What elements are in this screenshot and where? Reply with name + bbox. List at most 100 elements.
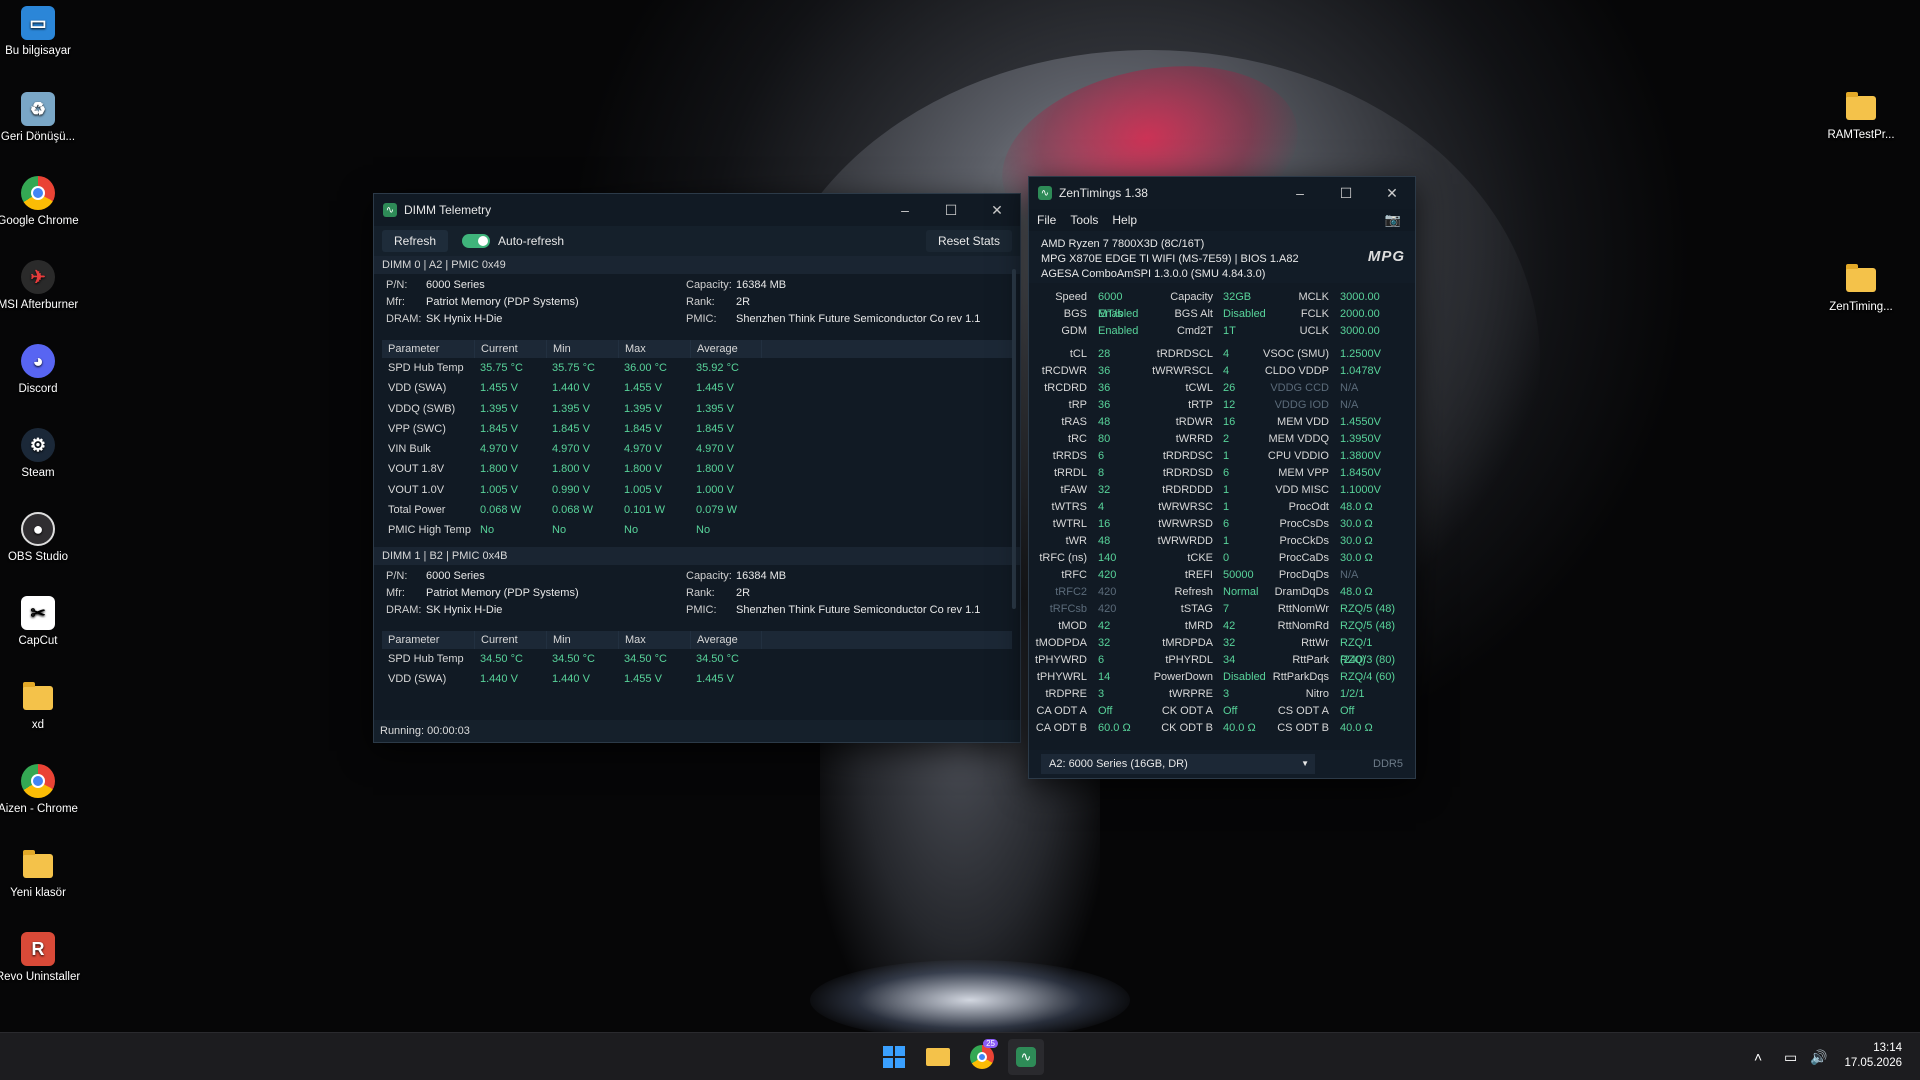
cpu-name: AMD Ryzen 7 7800X3D (8C/16T) [1041,238,1205,250]
info-value: 6000 Series [426,279,485,291]
param-name: VOUT 1.8V [388,463,445,476]
desktop-icon-recycle-bin[interactable]: ♻ Geri Dönüşü... [0,92,83,144]
close-icon[interactable]: ✕ [1369,185,1415,202]
dimm1-rows: SPD Hub Temp 34.50 °C 34.50 °C 34.50 °C 34.5… [382,649,1012,690]
menu-file[interactable]: File [1037,213,1056,227]
zen-bottom-bar: A2: 6000 Series (16GB, DR) ▼ DDR5 [1029,750,1415,778]
refresh-button[interactable]: Refresh [382,230,449,252]
maximize-icon[interactable]: ☐ [1323,185,1369,202]
timing-label: GDM [1061,325,1087,337]
timing-label: PowerDown [1153,671,1213,683]
folder-icon [23,850,53,878]
desktop-icon-chrome[interactable]: Google Chrome [0,176,83,228]
timing-value: 1 [1223,501,1230,513]
timing-row: BGS Enabled BGS Alt Disabled FCLK 2000.00 [1029,306,1415,323]
desktop-icon-this-pc[interactable]: ▭ Bu bilgisayar [0,6,83,58]
dimm0-info: P/N: 6000 Series Mfr: Patriot Memory (PDP … [374,274,1020,336]
param-value: 1.395 V [696,402,734,415]
desktop-icon-aizen-chrome[interactable]: Aizen - Chrome [0,764,83,816]
timing-value: 34 [1223,654,1236,666]
info-key: DRAM: [386,603,422,616]
timing-value: 48.0 Ω [1340,586,1373,598]
param-value: 0.101 W [624,504,665,517]
minimize-icon[interactable]: – [1277,185,1323,202]
desktop-icon-label: Google Chrome [0,215,79,227]
column-header: Parameter [388,633,440,646]
timing-label: ProcCaDs [1278,552,1329,564]
timing-value: 1T [1223,325,1236,337]
param-name: PMIC High Temp [388,524,471,537]
param-value: 1.440 V [552,672,590,685]
info-value: Shenzhen Think Future Semiconductor Co r… [736,603,981,616]
param-name: VDD (SWA) [388,672,447,685]
desktop-icon-steam[interactable]: ⚙ Steam [0,428,83,480]
timing-value: 2 [1223,433,1230,445]
column-header: Average [690,340,762,358]
param-value: 1.455 V [624,672,662,685]
menu-help[interactable]: Help [1112,213,1137,227]
timing-value: 1.0478V [1340,365,1381,377]
desktop-icon-msi-afterburner[interactable]: ✈ MSI Afterburner [0,260,83,312]
timing-label: VSOC (SMU) [1263,348,1329,360]
dimm1-info: P/N: 6000 Series Mfr: Patriot Memory (PDP … [374,565,1020,627]
timing-value: 1/2/1 [1340,688,1365,700]
info-key: Mfr: [386,586,405,599]
param-value: 4.970 V [552,443,590,456]
dimm-select[interactable]: A2: 6000 Series (16GB, DR) ▼ [1041,754,1315,774]
timing-row: tRCDRD 36 tCWL 26 VDDG CCD N/A [1029,380,1415,397]
maximize-icon[interactable]: ☐ [928,202,974,219]
timing-value: N/A [1340,382,1359,394]
param-value: 35.92 °C [696,362,739,374]
camera-icon[interactable]: 📷 [1385,212,1401,228]
desktop-icon-obs[interactable]: ● OBS Studio [0,512,83,564]
dimm-titlebar[interactable]: ∿ DIMM Telemetry – ☐ ✕ [374,194,1020,226]
desktop-icon-label: Aizen - Chrome [0,803,78,815]
dimm-telemetry-taskbar-icon[interactable]: ∿ [1008,1039,1044,1075]
zentimings-app-icon: ∿ [1038,186,1052,200]
network-icon[interactable]: ▭ [1784,1033,1797,1080]
mpg-logo: MPG [1367,248,1405,265]
timing-value: Normal [1223,586,1259,598]
info-key: Rank: [686,586,715,599]
file-explorer-icon[interactable] [920,1039,956,1075]
param-value: No [552,524,567,537]
timing-value: 30.0 Ω [1340,535,1373,547]
timing-row: CA ODT B 60.0 Ω CK ODT B 40.0 Ω CS ODT B 40.0… [1029,720,1415,737]
desktop-icon-yeni-klasor[interactable]: Yeni klasör [0,848,83,900]
param-value: 0.068 W [552,504,593,517]
desktop-icon-revo[interactable]: R Revo Uninstaller [0,932,83,984]
volume-icon[interactable]: 🔊 [1810,1033,1827,1080]
desktop-icon-zentimings-folder[interactable]: ZenTiming... [1816,262,1906,314]
desktop-icon-capcut[interactable]: ✂ CapCut [0,596,83,648]
menu-tools[interactable]: Tools [1070,213,1098,227]
minimize-icon[interactable]: – [882,202,928,219]
timing-value: 6 [1223,467,1230,479]
timing-value: 80 [1098,433,1111,445]
timing-value: 42 [1223,620,1236,632]
timing-label: Refresh [1174,586,1213,598]
timing-label: VDD MISC [1275,484,1329,496]
auto-refresh-toggle[interactable] [462,234,491,248]
timing-label: tRRDS [1052,450,1087,462]
desktop-icon-ramtest-folder[interactable]: RAMTestPr... [1816,90,1906,142]
timing-row: tRCDWR 36 tWRWRSCL 4 CLDO VDDP 1.0478V [1029,363,1415,380]
param-name: VDDQ (SWB) [388,402,456,415]
close-icon[interactable]: ✕ [974,202,1020,219]
reset-stats-button[interactable]: Reset Stats [925,230,1012,252]
param-value: 1.395 V [552,402,590,415]
chevron-up-icon[interactable]: ˄ [1754,1033,1762,1080]
chrome-taskbar-icon[interactable]: 25 [964,1039,1000,1075]
clock[interactable]: 13:14 17.05.2026 [1844,1041,1902,1071]
zen-titlebar[interactable]: ∿ ZenTimings 1.38 – ☐ ✕ [1029,177,1415,209]
desktop-icon-xd-folder[interactable]: xd [0,680,83,732]
timing-label: tRP [1068,399,1087,411]
scrollbar[interactable] [1012,269,1016,609]
chrome-icon [21,176,55,210]
timing-value: 6 [1098,450,1105,462]
timing-label: tRDRDSD [1162,467,1213,479]
param-value: 1.445 V [696,672,734,685]
timing-value: Off [1340,705,1355,717]
desktop-icon-discord[interactable]: ◕ Discord [0,344,83,396]
windows-start-icon[interactable] [876,1039,912,1075]
table-row: VIN Bulk 4.970 V 4.970 V 4.970 V 4.970 V [382,439,1012,459]
